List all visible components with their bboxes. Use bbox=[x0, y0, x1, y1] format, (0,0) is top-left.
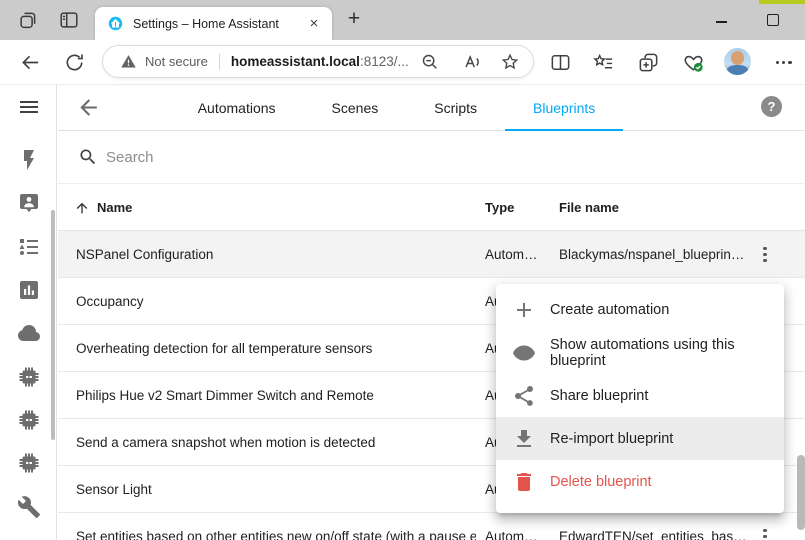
menu-item-reimport-blueprint[interactable]: Re-import blueprint bbox=[496, 417, 784, 460]
menu-item-share-blueprint[interactable]: Share blueprint bbox=[496, 374, 784, 417]
back-icon[interactable] bbox=[19, 51, 42, 74]
ha-sidebar bbox=[0, 85, 57, 540]
tab-scenes[interactable]: Scenes bbox=[304, 85, 407, 131]
column-header-type[interactable]: Type bbox=[485, 184, 514, 231]
app-header: Automations Scenes Scripts Blueprints ? bbox=[58, 85, 805, 131]
table-row[interactable]: Set entities based on other entities new… bbox=[58, 513, 805, 540]
zoom-out-icon[interactable] bbox=[419, 51, 441, 73]
map-marker-account-icon[interactable] bbox=[17, 191, 41, 215]
page-scrollbar[interactable] bbox=[797, 455, 805, 530]
menu-item-create-automation[interactable]: Create automation bbox=[496, 288, 784, 331]
column-header-name[interactable]: Name bbox=[74, 184, 132, 231]
address-divider bbox=[219, 54, 220, 70]
cloud-icon[interactable] bbox=[17, 321, 41, 345]
screen-share-strip bbox=[759, 0, 805, 4]
refresh-icon[interactable] bbox=[63, 51, 86, 74]
split-screen-icon[interactable] bbox=[549, 51, 572, 74]
search-row bbox=[58, 131, 805, 184]
home-assistant-favicon bbox=[107, 15, 124, 32]
search-icon bbox=[78, 147, 98, 167]
share-icon bbox=[512, 384, 536, 408]
nav-tabs: Automations Scenes Scripts Blueprints bbox=[58, 85, 735, 131]
favorites-bar-icon[interactable] bbox=[592, 51, 615, 74]
browser-tab-strip: Settings – Home Assistant × + bbox=[0, 0, 805, 40]
chip-icon[interactable] bbox=[17, 451, 41, 475]
more-vertical-icon[interactable] bbox=[755, 526, 775, 540]
url-text[interactable]: homeassistant.local:8123/... bbox=[231, 54, 409, 69]
warning-icon bbox=[120, 53, 137, 70]
minimize-icon[interactable] bbox=[716, 21, 727, 23]
url-host: homeassistant.local bbox=[231, 54, 360, 69]
browser-essentials-icon[interactable] bbox=[682, 51, 705, 74]
table-row[interactable]: NSPanel Configuration Autom… Blackymas/n… bbox=[58, 231, 805, 278]
tab-blueprints[interactable]: Blueprints bbox=[505, 85, 623, 131]
wrench-icon[interactable] bbox=[17, 495, 41, 519]
menu-item-show-automations[interactable]: Show automations using this blueprint bbox=[496, 331, 784, 374]
eye-icon bbox=[512, 341, 536, 365]
column-header-file[interactable]: File name bbox=[559, 184, 619, 231]
help-icon[interactable]: ? bbox=[761, 96, 782, 117]
history-chart-icon[interactable] bbox=[17, 278, 41, 302]
chip-icon[interactable] bbox=[17, 365, 41, 389]
workspaces-icon[interactable] bbox=[17, 9, 39, 31]
tab-scripts[interactable]: Scripts bbox=[406, 85, 505, 131]
chip-icon[interactable] bbox=[17, 408, 41, 432]
more-vertical-icon[interactable] bbox=[755, 244, 775, 265]
download-icon bbox=[512, 427, 536, 451]
blueprint-context-menu: Create automation Show automations using… bbox=[496, 284, 784, 513]
trash-icon bbox=[512, 470, 536, 494]
maximize-icon[interactable] bbox=[767, 14, 779, 26]
security-label[interactable]: Not secure bbox=[145, 54, 208, 69]
url-tail: :8123/... bbox=[360, 54, 409, 69]
profile-avatar[interactable] bbox=[724, 48, 751, 75]
menu-icon[interactable] bbox=[17, 95, 41, 119]
favorite-star-icon[interactable] bbox=[499, 51, 521, 73]
vertical-tabs-icon[interactable] bbox=[58, 9, 80, 31]
sidebar-scrollbar[interactable] bbox=[51, 210, 55, 440]
flash-icon[interactable] bbox=[17, 148, 41, 172]
collections-icon[interactable] bbox=[637, 51, 660, 74]
browser-toolbar: Not secure homeassistant.local:8123/... bbox=[0, 40, 805, 85]
table-header: Name Type File name bbox=[58, 184, 805, 231]
read-aloud-icon[interactable] bbox=[461, 51, 483, 73]
more-horizontal-icon[interactable] bbox=[776, 61, 792, 64]
sort-asc-icon bbox=[74, 200, 90, 216]
todo-list-icon[interactable] bbox=[17, 235, 41, 259]
menu-item-delete-blueprint[interactable]: Delete blueprint bbox=[496, 460, 784, 503]
tab-close-icon[interactable]: × bbox=[305, 15, 323, 33]
new-tab-icon[interactable]: + bbox=[343, 9, 365, 31]
address-bar[interactable]: Not secure homeassistant.local:8123/... bbox=[102, 45, 534, 78]
tab-automations[interactable]: Automations bbox=[170, 85, 304, 131]
browser-tab[interactable]: Settings – Home Assistant × bbox=[95, 7, 332, 40]
plus-icon bbox=[512, 298, 536, 322]
search-input[interactable] bbox=[106, 131, 506, 184]
tab-title: Settings – Home Assistant bbox=[133, 17, 305, 31]
